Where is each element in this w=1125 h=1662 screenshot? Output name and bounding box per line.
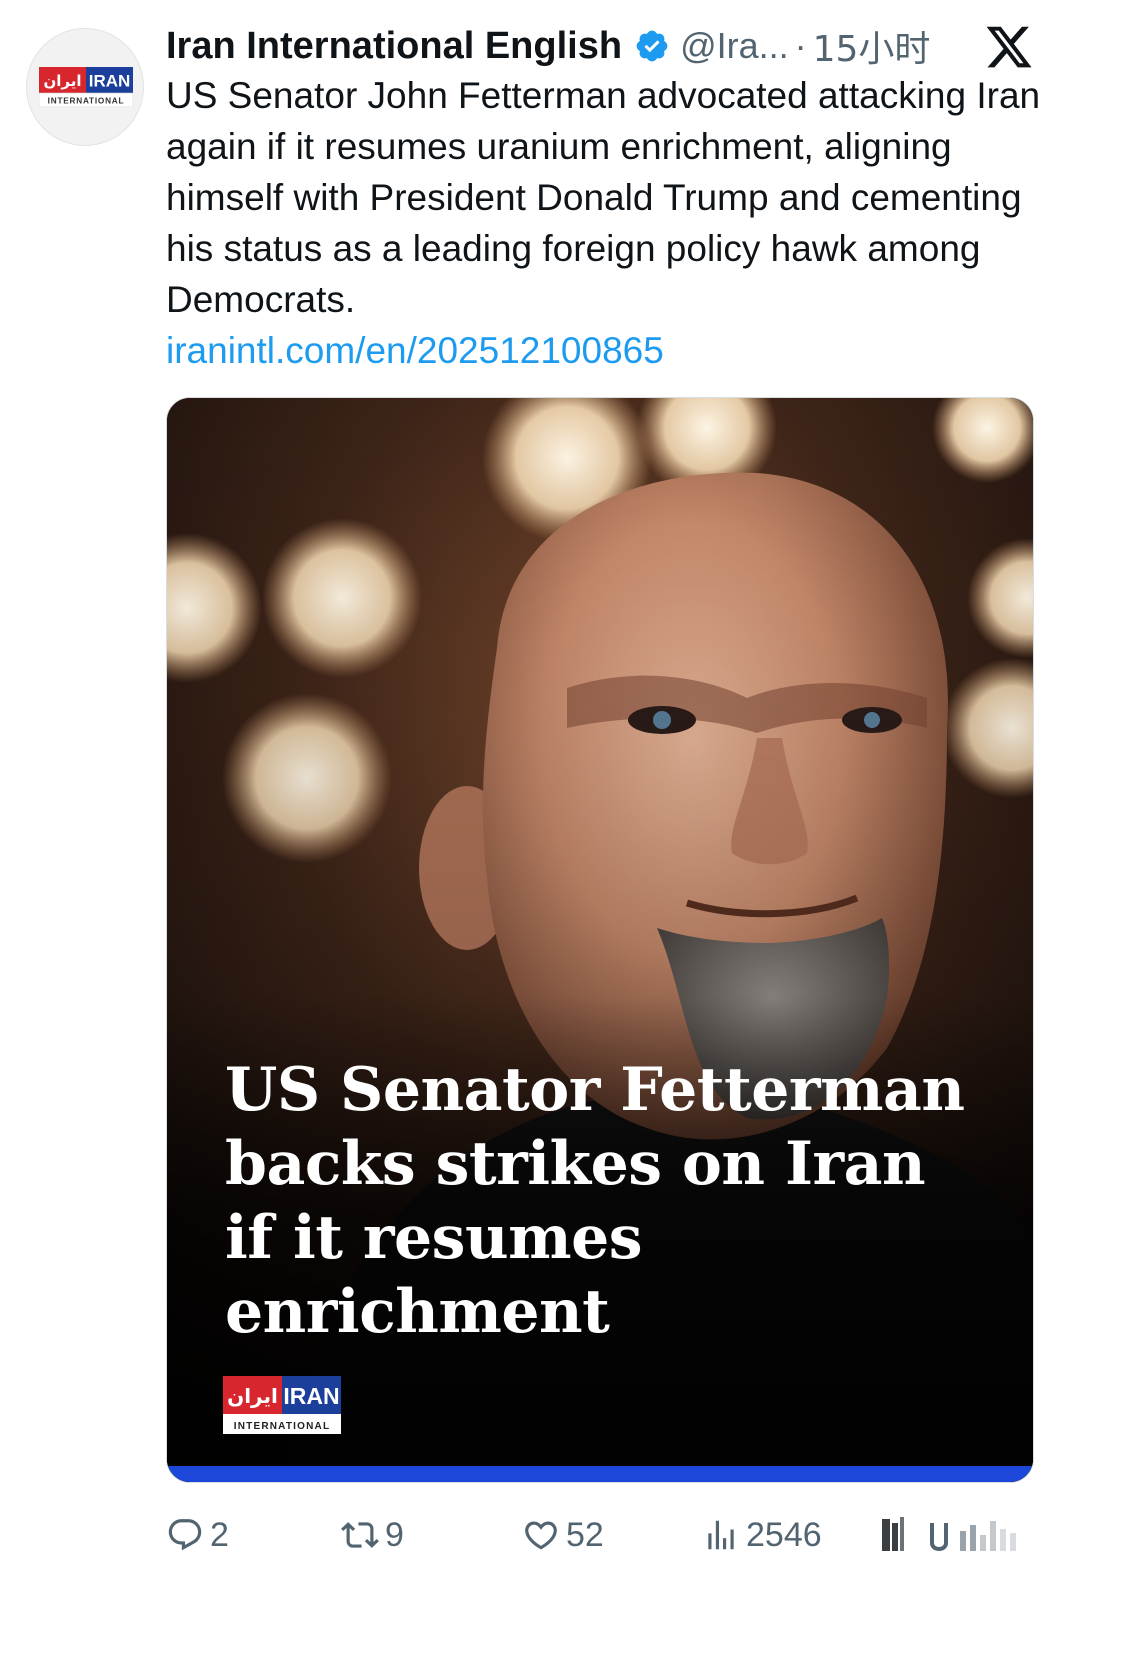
media-logo-subtitle: INTERNATIONAL bbox=[234, 1421, 331, 1432]
verified-badge-icon bbox=[636, 30, 668, 62]
views-icon bbox=[708, 1520, 734, 1550]
author-display-name[interactable]: Iran International English bbox=[166, 25, 622, 68]
reply-button[interactable]: 2 bbox=[166, 1505, 229, 1565]
tweet-text: US Senator John Fetterman advocated atta… bbox=[166, 75, 1041, 320]
avatar-logo-red-text: ایران bbox=[43, 72, 81, 90]
tweet-header: Iran International English @Ira... · 15小… bbox=[166, 18, 1066, 74]
retweet-count: 9 bbox=[385, 1515, 404, 1554]
views-count: 2546 bbox=[746, 1515, 822, 1554]
retweet-icon bbox=[341, 1522, 379, 1548]
heart-icon bbox=[525, 1521, 557, 1550]
retweet-button[interactable]: 9 bbox=[341, 1505, 404, 1565]
reply-count: 2 bbox=[210, 1515, 229, 1554]
iran-international-logo: ایران IRAN INTERNATIONAL bbox=[223, 1376, 341, 1434]
views-button[interactable]: 2546 bbox=[702, 1505, 822, 1565]
author-handle[interactable]: @Ira... bbox=[680, 25, 789, 67]
x-logo-icon bbox=[986, 26, 1032, 68]
tweet-timestamp[interactable]: 15小时 bbox=[813, 20, 931, 72]
like-button[interactable]: 52 bbox=[522, 1505, 604, 1565]
tweet-link[interactable]: iranintl.com/en/202512100865 bbox=[166, 325, 1056, 376]
bookmark-share-icons[interactable] bbox=[876, 1513, 1036, 1557]
media-accent-bar bbox=[167, 1466, 1033, 1482]
tweet-body: US Senator John Fetterman advocated atta… bbox=[166, 70, 1056, 376]
avatar-logo-subtitle: INTERNATIONAL bbox=[48, 97, 125, 106]
media-logo-blue-text: IRAN bbox=[283, 1383, 339, 1409]
avatar-logo-blue-text: IRAN bbox=[89, 72, 131, 91]
media-logo-red-text: ایران bbox=[227, 1384, 278, 1408]
media-card[interactable]: US Senator Fetterman backs strikes on Ir… bbox=[166, 397, 1034, 1483]
action-bar: 2 9 52 2546 bbox=[166, 1505, 1046, 1565]
avatar[interactable]: ایران IRAN INTERNATIONAL bbox=[26, 28, 144, 146]
reply-icon bbox=[168, 1519, 202, 1551]
like-count: 52 bbox=[566, 1515, 604, 1554]
iran-international-logo: ایران IRAN INTERNATIONAL bbox=[39, 67, 133, 107]
separator-dot: · bbox=[794, 25, 807, 66]
media-headline: US Senator Fetterman backs strikes on Ir… bbox=[225, 1055, 965, 1347]
